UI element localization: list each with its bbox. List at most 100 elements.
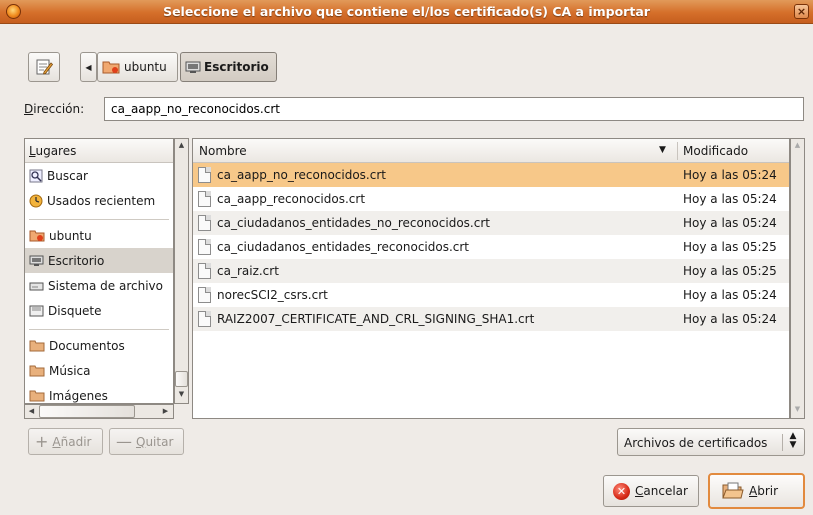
open-button[interactable]: Abrir [708,473,805,509]
file-row[interactable]: ca_raiz.crt Hoy a las 05:25 [193,259,789,283]
place-musica[interactable]: Música [25,358,173,383]
file-name: ca_aapp_reconocidos.crt [217,192,366,206]
location-input[interactable] [104,97,804,121]
recent-icon [29,194,43,207]
cancel-button[interactable]: ✕ Cancelar [603,475,699,507]
place-recientes[interactable]: Usados recientem [25,188,173,213]
add-label-text: ñadir [60,434,92,449]
file-name: RAIZ2007_CERTIFICATE_AND_CRL_SIGNING_SHA… [217,312,535,326]
places-hscroll-thumb[interactable] [39,405,135,418]
remove-label-text: uitar [145,434,174,449]
scroll-down-icon[interactable]: ▼ [791,405,804,413]
place-label: Documentos [49,338,125,353]
search-icon [29,169,43,182]
column-divider[interactable] [677,142,678,160]
add-label-mnemonic: A [52,434,61,449]
chevron-left-icon: ◀ [85,62,92,72]
file-icon [198,191,211,207]
home-folder-icon [29,230,45,242]
file-row[interactable]: ca_aapp_no_reconocidos.crt Hoy a las 05:… [193,163,789,187]
column-name-header[interactable]: Nombre [199,144,247,158]
cancel-icon: ✕ [613,482,630,500]
file-row[interactable]: ca_aapp_reconocidos.crt Hoy a las 05:24 [193,187,789,211]
window-title: Seleccione el archivo que contiene el/lo… [163,4,650,19]
open-label-text: brir [757,484,779,498]
place-label: Disquete [48,303,102,318]
open-label-mnemonic: A [749,484,758,498]
file-name: ca_aapp_no_reconocidos.crt [217,168,386,182]
floppy-icon [29,305,44,317]
type-location-button[interactable] [28,52,60,82]
crumb-label: Escritorio [204,60,269,74]
file-icon [198,239,211,255]
filter-selected-value: Archivos de certificados [624,436,768,450]
firefox-app-icon[interactable] [6,4,21,19]
file-name: ca_ciudadanos_entidades_no_reconocidos.c… [217,216,490,230]
scroll-up-icon[interactable]: ▲ [791,141,804,149]
plus-icon: + [35,431,49,451]
scroll-left-icon[interactable]: ◀ [25,407,38,415]
sort-descending-icon[interactable]: ▼ [659,145,666,155]
location-label: Dirección: [24,102,84,116]
folder-icon [29,340,45,352]
path-crumb-ubuntu[interactable]: ubuntu [97,52,178,82]
folder-icon [29,365,45,377]
path-scroll-left-button[interactable]: ◀ [80,52,97,82]
scroll-right-icon[interactable]: ▶ [159,407,172,415]
places-horizontal-scrollbar[interactable]: ◀ ▶ [24,404,174,419]
places-separator [29,323,169,330]
file-name: ca_ciudadanos_entidades_reconocidos.crt [217,240,470,254]
remove-bookmark-button[interactable]: — Quitar [109,428,184,455]
places-scroll-thumb[interactable] [175,371,188,387]
close-icon[interactable]: × [794,4,809,19]
places-header[interactable]: Lugares [25,139,173,163]
file-list-header: Nombre ▼ Modificado [193,139,789,163]
column-modified-header[interactable]: Modificado [683,144,748,158]
minus-icon: — [116,431,132,451]
places-header-text: ugares [35,144,77,158]
add-bookmark-button[interactable]: + Añadir [28,428,103,455]
file-modified: Hoy a las 05:24 [683,192,777,206]
file-row[interactable]: ca_ciudadanos_entidades_reconocidos.crt … [193,235,789,259]
place-ubuntu[interactable]: ubuntu [25,223,173,248]
path-crumb-escritorio[interactable]: Escritorio [180,52,277,82]
location-label-text: irección: [33,102,85,116]
location-label-mnemonic: D [24,102,34,116]
filesystem-icon [29,282,44,291]
crumb-label: ubuntu [124,60,167,74]
file-type-filter-select[interactable]: Archivos de certificados ▲ ▼ [617,428,805,456]
file-modified: Hoy a las 05:25 [683,240,777,254]
file-icon [198,263,211,279]
desktop-icon [29,255,44,266]
file-modified: Hoy a las 05:25 [683,264,777,278]
updown-arrows-icon: ▲ ▼ [789,431,797,450]
title-bar: Seleccione el archivo que contiene el/lo… [0,0,813,24]
folder-icon [29,390,45,402]
place-disquete[interactable]: Disquete [25,298,173,323]
files-vertical-scrollbar[interactable]: ▲ ▼ [790,138,805,419]
place-documentos[interactable]: Documentos [25,333,173,358]
cancel-label-text: ancelar [643,484,688,498]
file-modified: Hoy a las 05:24 [683,216,777,230]
file-name: norecSCI2_csrs.crt [217,288,328,302]
file-list: Nombre ▼ Modificado ca_aapp_no_reconocid… [192,138,790,419]
file-row[interactable]: RAIZ2007_CERTIFICATE_AND_CRL_SIGNING_SHA… [193,307,789,331]
place-label: ubuntu [49,228,92,243]
place-label: Música [49,363,91,378]
file-modified: Hoy a las 05:24 [683,312,777,326]
place-label: Escritorio [48,253,105,268]
scroll-down-icon[interactable]: ▼ [175,390,188,398]
scroll-up-icon[interactable]: ▲ [175,141,188,149]
place-sistema[interactable]: Sistema de archivo [25,273,173,298]
places-vertical-scrollbar[interactable]: ▲ ▼ [174,138,189,404]
places-separator [29,213,169,220]
file-row[interactable]: norecSCI2_csrs.crt Hoy a las 05:24 [193,283,789,307]
place-buscar[interactable]: Buscar [25,163,173,188]
file-icon [198,167,211,183]
home-folder-icon [102,61,120,74]
file-row[interactable]: ca_ciudadanos_entidades_no_reconocidos.c… [193,211,789,235]
place-escritorio[interactable]: Escritorio [25,248,173,273]
place-imagenes[interactable]: Imágenes [25,383,173,403]
place-label: Buscar [47,168,88,183]
file-icon [198,287,211,303]
